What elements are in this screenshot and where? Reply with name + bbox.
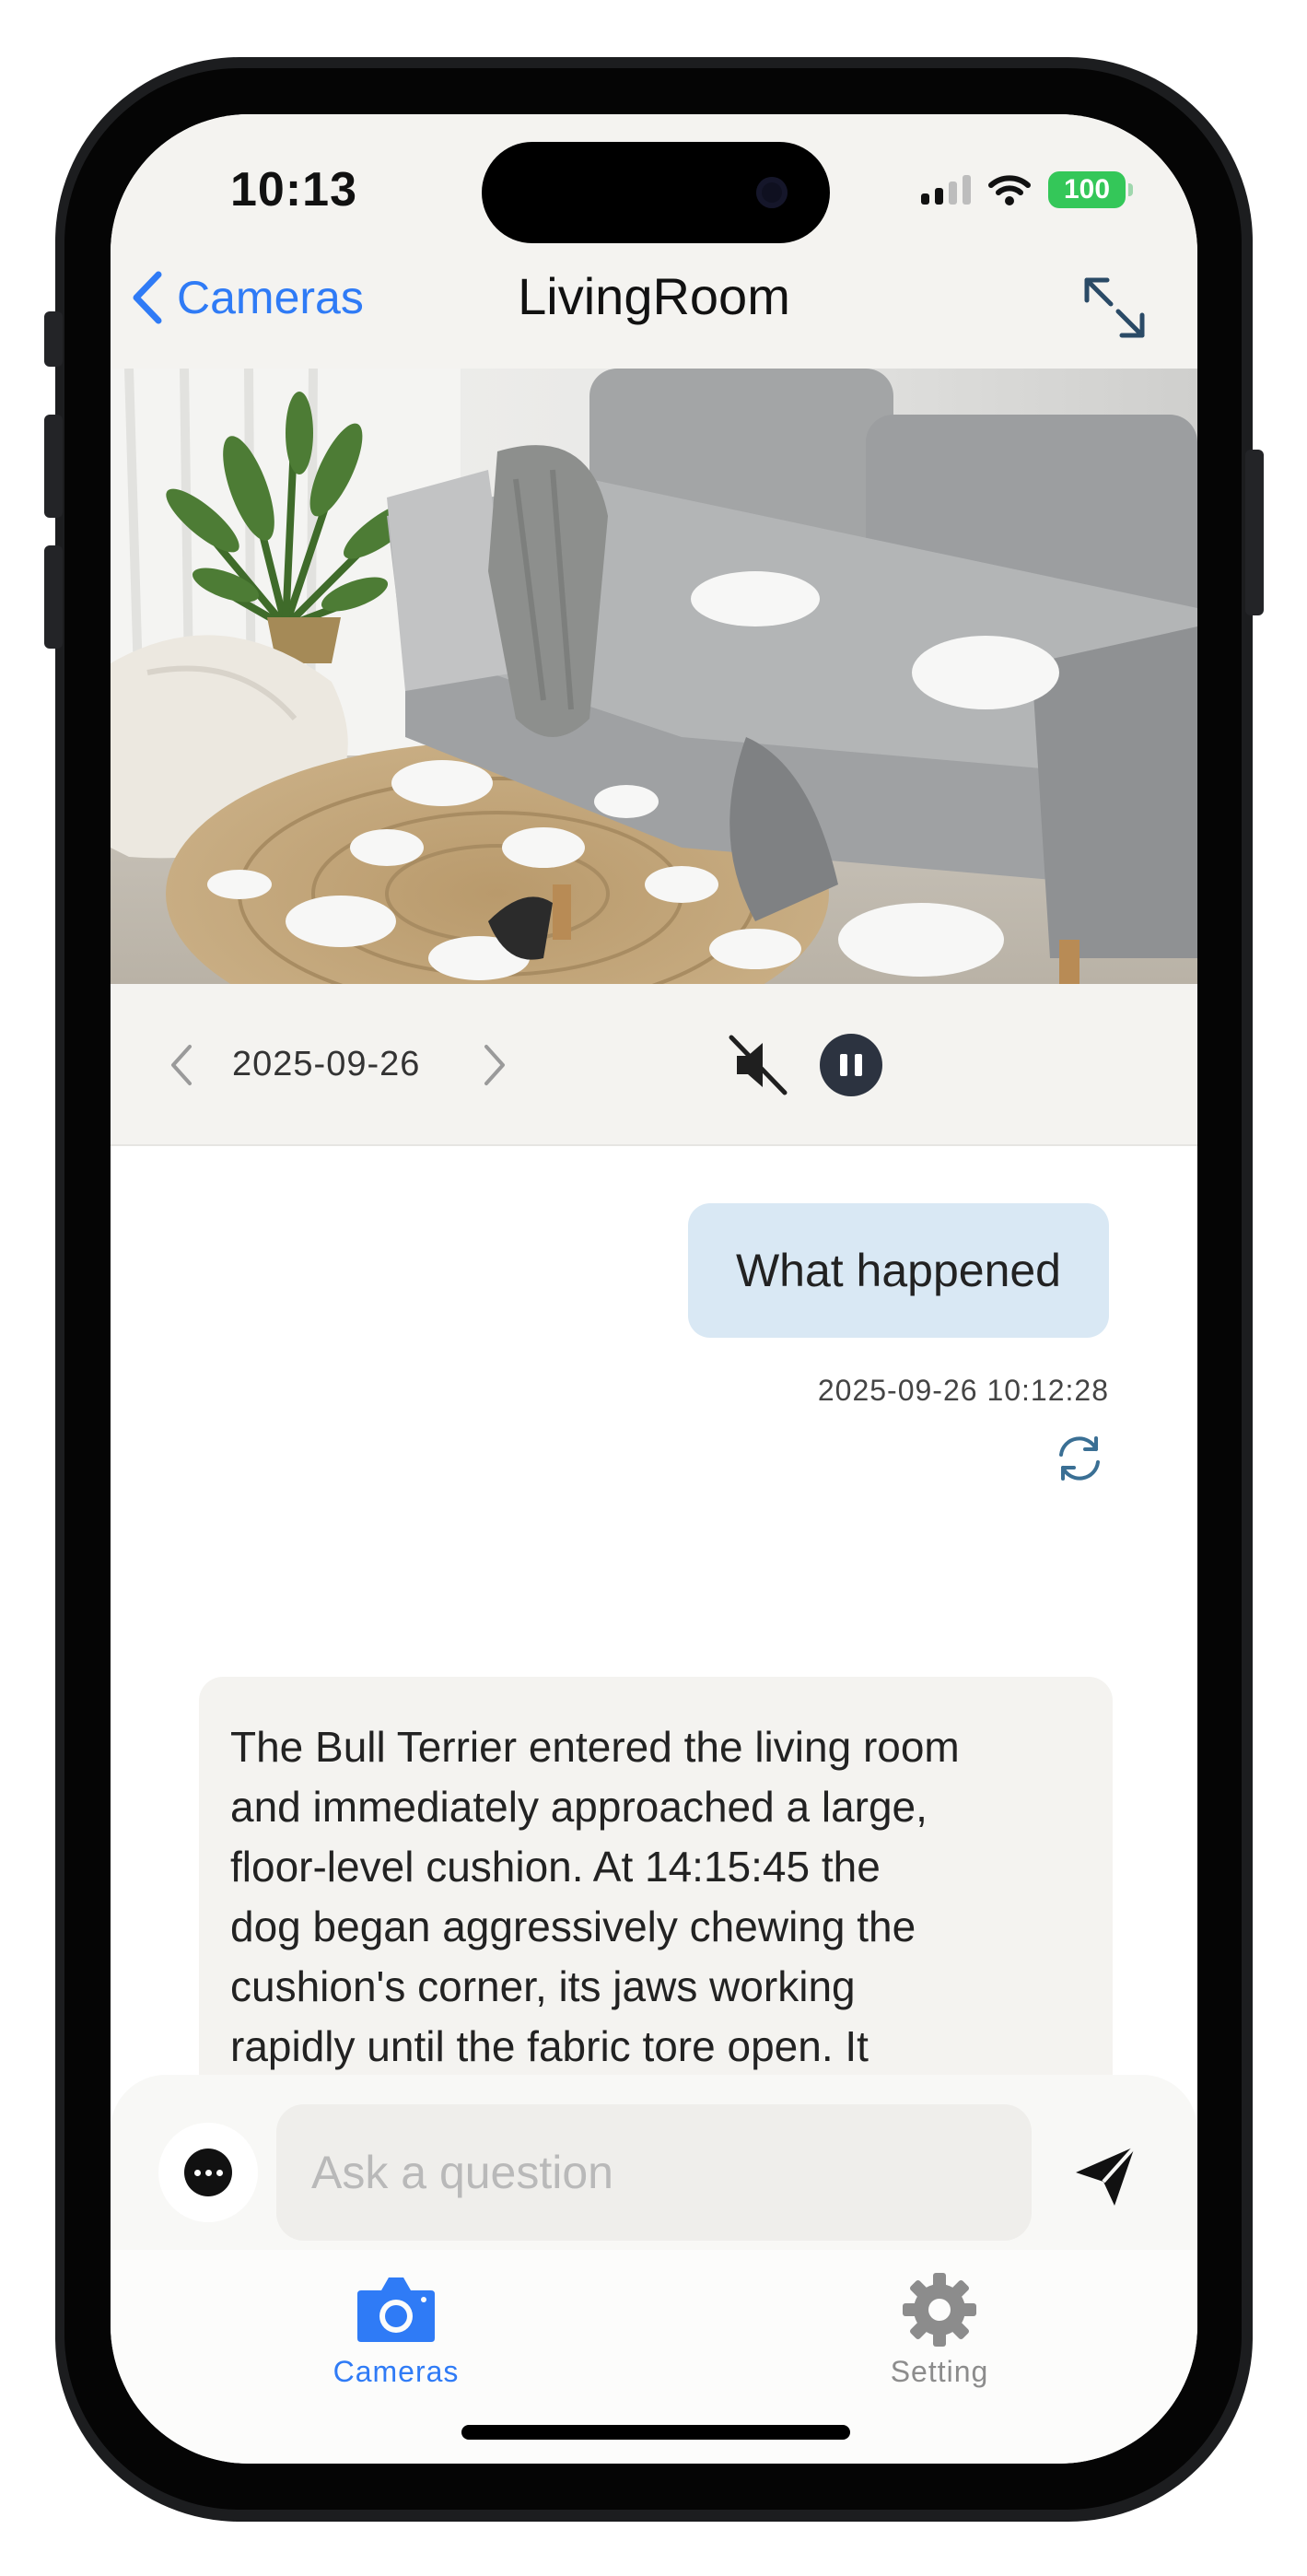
- message-timestamp: 2025-09-26 10:12:28: [817, 1374, 1109, 1407]
- pause-icon-bar-left: [840, 1054, 847, 1076]
- wifi-icon: [988, 175, 1031, 205]
- tab-cameras[interactable]: Cameras: [295, 2268, 497, 2389]
- volume-up-button: [44, 415, 63, 518]
- refresh-icon[interactable]: [1052, 1431, 1107, 1486]
- assistant-message-line: rapidly until the fabric tore open. It: [230, 2022, 869, 2070]
- top-area: 10:13 100 Cameras LivingRoom: [111, 114, 1197, 369]
- ask-question-input[interactable]: [276, 2104, 1032, 2241]
- user-message-bubble: What happened: [687, 1203, 1109, 1338]
- living-room-scene: [111, 369, 1197, 984]
- expand-icon[interactable]: [1079, 273, 1149, 343]
- playback-bar: 2025-09-26: [111, 984, 1197, 1146]
- home-indicator: [461, 2425, 850, 2440]
- action-button: [44, 311, 63, 367]
- chevron-left-icon[interactable]: [158, 1037, 204, 1093]
- back-label: Cameras: [177, 272, 364, 323]
- chevron-left-icon: [133, 271, 162, 324]
- chevron-right-icon[interactable]: [472, 1037, 518, 1093]
- dynamic-island: [482, 142, 830, 243]
- assistant-message-line: cushion's corner, its jaws working: [230, 1962, 856, 2010]
- assistant-message-line: and immediately approached a large,: [230, 1783, 928, 1831]
- playback-date: 2025-09-26: [232, 1045, 421, 1083]
- status-icons: 100: [921, 170, 1133, 210]
- assistant-message-line: floor-level cushion. At 14:15:45 the: [230, 1843, 881, 1891]
- pause-button[interactable]: [820, 1034, 882, 1096]
- screen: 10:13 100 Cameras LivingRoom 2025-09-26 …: [111, 114, 1197, 2464]
- pause-icon-bar-right: [855, 1054, 862, 1076]
- camera-feed-image[interactable]: [111, 369, 1197, 984]
- more-icon: [184, 2149, 232, 2196]
- tab-label: Setting: [890, 2355, 989, 2388]
- back-button[interactable]: Cameras: [131, 271, 364, 324]
- more-button[interactable]: [158, 2123, 258, 2222]
- front-camera: [756, 177, 788, 208]
- battery-icon: 100: [1048, 171, 1133, 208]
- battery-level: 100: [1063, 174, 1111, 205]
- assistant-message-line: The Bull Terrier entered the living room: [230, 1723, 960, 1771]
- camera-icon: [357, 2277, 435, 2342]
- status-time: 10:13: [230, 163, 357, 217]
- volume-down-button: [44, 545, 63, 649]
- assistant-message-line: dog began aggressively chewing the: [230, 1903, 916, 1950]
- power-button: [1245, 450, 1264, 615]
- tab-setting[interactable]: Setting: [838, 2268, 1041, 2389]
- send-icon[interactable]: [1068, 2139, 1142, 2213]
- input-bar: [111, 2075, 1197, 2250]
- chat-area: What happened 2025-09-26 10:12:28 The Bu…: [111, 1148, 1197, 2189]
- tab-label: Cameras: [333, 2355, 460, 2388]
- signal-icon: [921, 175, 971, 205]
- speaker-muted-icon[interactable]: [726, 1032, 792, 1098]
- gear-icon: [903, 2273, 976, 2347]
